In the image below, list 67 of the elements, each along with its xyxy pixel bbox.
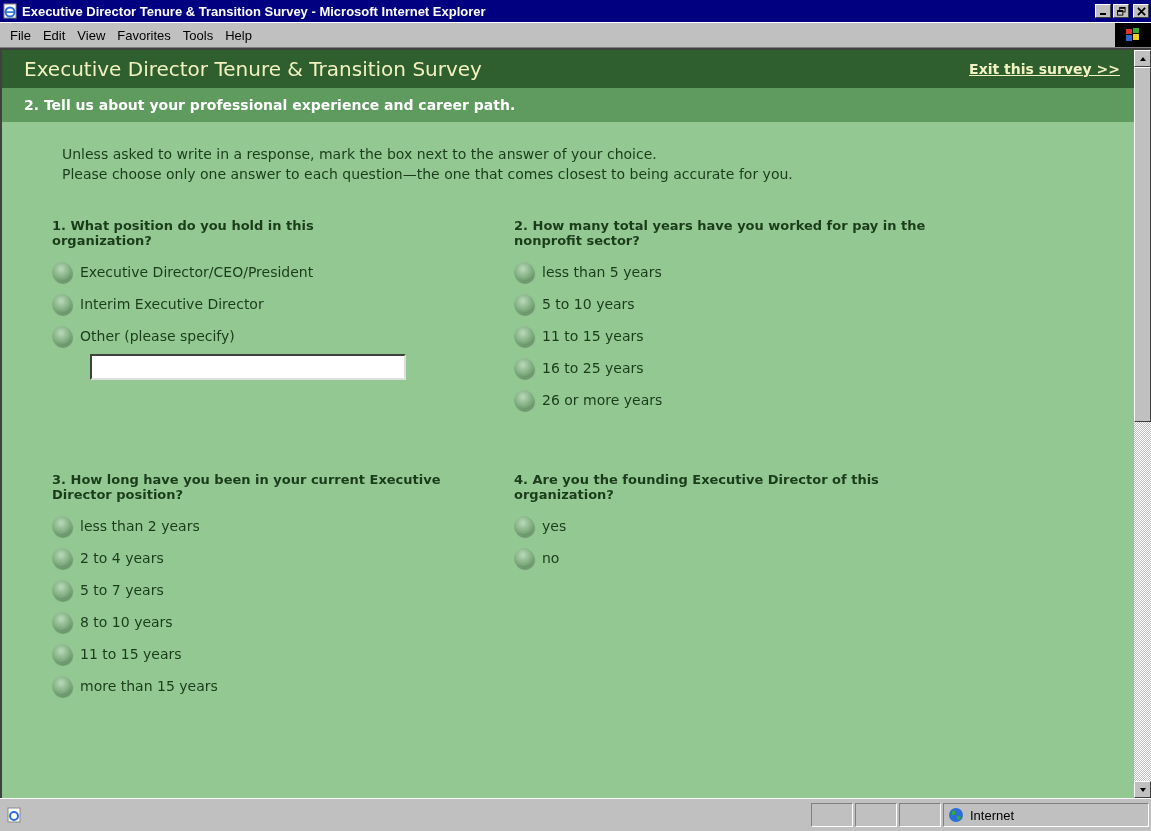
option-label: Other (please specify): [80, 328, 235, 344]
option-label: more than 15 years: [80, 678, 218, 694]
status-pane: [899, 803, 941, 827]
scrollbar[interactable]: [1134, 50, 1151, 798]
question-text: 4. Are you the founding Executive Director of this organization?: [514, 472, 880, 502]
radio-button[interactable]: [514, 294, 534, 314]
radio-button[interactable]: [52, 676, 72, 696]
radio-button[interactable]: [52, 644, 72, 664]
option-label: Executive Director/CEO/President: [80, 264, 314, 280]
close-button[interactable]: [1133, 4, 1149, 18]
globe-icon: [948, 807, 964, 823]
restore-button[interactable]: [1113, 4, 1129, 18]
option-label: less than 2 years: [80, 518, 200, 534]
menu-item[interactable]: Favorites: [111, 27, 177, 43]
option-label: 8 to 10 years: [80, 614, 173, 630]
question-text: 3. How long have you been in your current Executive Director position?: [52, 472, 442, 502]
down-arrow-icon: [1138, 785, 1147, 794]
radio-button[interactable]: [52, 548, 72, 568]
minimize-button[interactable]: [1095, 4, 1111, 18]
scroll-thumb[interactable]: [1134, 67, 1151, 422]
option-label: no: [542, 550, 560, 566]
option-label: yes: [542, 518, 567, 534]
status-pane: [855, 803, 897, 827]
minimize-icon: [1100, 13, 1106, 15]
status-pane: [811, 803, 853, 827]
page-icon: [6, 807, 22, 823]
option-label: 2 to 4 years: [80, 550, 164, 566]
radio-button[interactable]: [52, 580, 72, 600]
option-label: 5 to 10 years: [542, 296, 635, 312]
window-title: Executive Director Tenure & Transition Survey - Microsoft Internet Explorer: [22, 3, 487, 19]
instruction-text: Unless asked to write in a response, mark the box next to the answer of your choice.: [62, 145, 658, 164]
radio-button[interactable]: [514, 548, 534, 568]
scroll-down-button[interactable]: [1134, 781, 1151, 798]
option-label: 5 to 7 years: [80, 582, 164, 598]
option-label: 11 to 15 years: [80, 646, 182, 662]
option-label: Interim Executive Director: [80, 296, 264, 312]
question-text: 2. How many total years have you worked for pay in the nonprofit sector?: [514, 218, 927, 248]
radio-button[interactable]: [52, 262, 72, 282]
scroll-up-button[interactable]: [1134, 50, 1151, 67]
menu-item[interactable]: File: [4, 27, 37, 43]
restore-icon: [1116, 6, 1126, 16]
radio-button[interactable]: [52, 516, 72, 536]
browser-icon: [2, 3, 18, 19]
menu-item[interactable]: Help: [219, 27, 258, 43]
radio-button[interactable]: [514, 390, 534, 410]
exit-link[interactable]: Exit this survey >>: [969, 61, 1120, 77]
radio-button[interactable]: [52, 326, 72, 346]
zone-label: Internet: [970, 807, 1015, 823]
option-label: 16 to 25 years: [542, 360, 644, 376]
option-label: 11 to 15 years: [542, 328, 644, 344]
section-title: 2. Tell us about your professional experience and career path.: [24, 97, 516, 113]
radio-button[interactable]: [514, 326, 534, 346]
menu-item[interactable]: Edit: [36, 27, 72, 43]
radio-button[interactable]: [514, 516, 534, 536]
option-label: 26 or more years: [542, 392, 663, 408]
radio-button[interactable]: [52, 612, 72, 632]
menu-item[interactable]: Tools: [176, 27, 220, 43]
survey-title: Executive Director Tenure & Transition Survey: [24, 57, 482, 81]
radio-button[interactable]: [514, 358, 534, 378]
radio-button[interactable]: [514, 262, 534, 282]
menu-item[interactable]: View: [71, 27, 112, 43]
instruction-text: Please choose only one answer to each question—the one that comes closest to being accurate for you.: [62, 165, 794, 184]
specify-field[interactable]: [90, 354, 406, 380]
close-icon: [1136, 6, 1146, 16]
radio-button[interactable]: [52, 294, 72, 314]
option-label: less than 5 years: [542, 264, 662, 280]
question-text: 1. What position do you hold in this organization?: [52, 218, 315, 248]
